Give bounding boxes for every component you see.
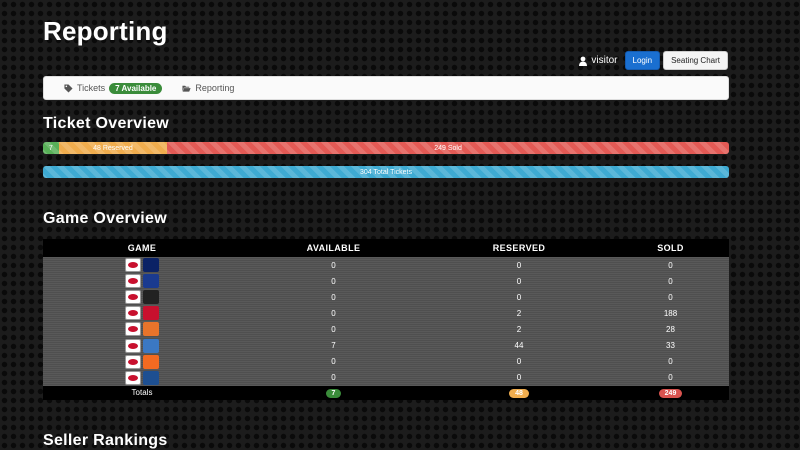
reserved-cell: 2 xyxy=(516,324,522,334)
san-diego-chargers-icon xyxy=(143,338,159,353)
sold-cell: 0 xyxy=(668,276,673,286)
table-body: 0 0 0 0 0 0 0 0 0 0 2 188 0 2 28 7 44 33 0 0 0 0 0 0 xyxy=(43,257,729,386)
nav-reporting[interactable]: Reporting xyxy=(182,83,234,93)
progress-total: 304 Total Tickets xyxy=(43,166,729,178)
kansas-city-chiefs-icon xyxy=(125,338,141,353)
dallas-cowboys-icon xyxy=(143,258,159,273)
table-row: 0 0 0 xyxy=(43,273,729,289)
kansas-city-chiefs-icon xyxy=(125,322,141,337)
totals-reserved-badge: 48 xyxy=(509,389,529,399)
total-tickets-progress: 304 Total Tickets xyxy=(43,166,729,178)
username: visitor xyxy=(591,55,618,66)
table-header: GAME AVAILABLE RESERVED SOLD xyxy=(43,239,729,257)
header-reserved: RESERVED xyxy=(492,243,546,253)
totals-label: Totals xyxy=(131,388,153,398)
table-totals-row: Totals 7 48 249 xyxy=(43,385,729,400)
sold-cell: 28 xyxy=(666,324,675,334)
progress-sold: 249 Sold xyxy=(167,142,729,154)
kansas-city-chiefs-icon xyxy=(125,274,141,289)
table-row: 7 44 33 xyxy=(43,337,729,353)
current-user: visitor xyxy=(578,55,618,66)
header-sold: SOLD xyxy=(657,243,684,253)
table-row: 0 0 0 xyxy=(43,289,729,305)
kansas-city-chiefs-icon xyxy=(125,290,141,305)
game-cell xyxy=(43,338,241,353)
reserved-cell: 2 xyxy=(516,308,522,318)
cleveland-browns-icon xyxy=(143,322,159,337)
seating-chart-button[interactable]: Seating Chart xyxy=(663,51,728,70)
sold-cell: 0 xyxy=(668,292,673,302)
login-button[interactable]: Login xyxy=(624,51,661,70)
reserved-cell: 0 xyxy=(516,357,522,367)
nav-reporting-label: Reporting xyxy=(195,83,235,93)
ticket-overview-title: Ticket Overview xyxy=(43,115,170,132)
game-cell xyxy=(43,306,241,321)
available-cell: 0 xyxy=(331,276,336,286)
table-row: 0 2 188 xyxy=(43,305,729,321)
game-cell xyxy=(43,290,241,305)
new-york-giants-icon xyxy=(143,274,159,289)
reserved-cell: 0 xyxy=(516,260,522,270)
game-overview-table: GAME AVAILABLE RESERVED SOLD 0 0 0 0 0 0 0 0 0 0 2… xyxy=(43,239,729,400)
available-cell: 0 xyxy=(331,357,336,367)
sold-cell: 0 xyxy=(668,260,673,270)
header-game: GAME xyxy=(127,243,157,253)
available-cell: 0 xyxy=(331,308,336,318)
tag-icon xyxy=(64,83,73,93)
houston-texans-icon xyxy=(143,306,159,321)
progress-available: 7 xyxy=(43,142,59,154)
table-row: 0 0 0 xyxy=(43,354,729,370)
sold-cell: 188 xyxy=(663,308,678,318)
user-icon xyxy=(579,56,588,66)
nav-tickets[interactable]: Tickets 7 Available xyxy=(64,82,163,94)
denver-broncos-icon xyxy=(143,354,159,369)
table-row: 0 0 0 xyxy=(43,257,729,273)
available-badge: 7 Available xyxy=(109,82,163,94)
seller-rankings-title: Seller Rankings xyxy=(43,432,168,449)
user-bar: visitor Login Seating Chart xyxy=(578,51,728,70)
nav-bar: Tickets 7 Available Reporting xyxy=(43,76,729,100)
available-cell: 0 xyxy=(331,260,336,270)
kansas-city-chiefs-icon xyxy=(125,370,141,385)
reserved-cell: 0 xyxy=(516,292,522,302)
totals-available-badge: 7 xyxy=(325,389,342,399)
page-title: Reporting xyxy=(43,16,168,46)
game-overview-title: Game Overview xyxy=(43,210,167,227)
folder-open-icon xyxy=(182,85,192,92)
sold-cell: 0 xyxy=(668,373,673,383)
sold-cell: 33 xyxy=(666,341,675,351)
oakland-raiders-icon xyxy=(143,290,159,305)
table-row: 0 2 28 xyxy=(43,321,729,337)
kansas-city-chiefs-icon xyxy=(125,354,141,369)
ticket-status-progress: 7 48 Reserved 249 Sold xyxy=(43,142,729,154)
game-cell xyxy=(43,274,241,289)
progress-reserved: 48 Reserved xyxy=(58,142,168,154)
sold-cell: 0 xyxy=(668,357,673,367)
reserved-cell: 0 xyxy=(516,276,522,286)
game-cell xyxy=(43,322,241,337)
totals-sold-badge: 249 xyxy=(658,389,683,399)
nav-tickets-label: Tickets xyxy=(77,83,106,93)
game-cell xyxy=(43,370,241,385)
reserved-cell: 0 xyxy=(516,373,522,383)
header-available: AVAILABLE xyxy=(306,243,361,253)
indianapolis-colts-icon xyxy=(143,370,159,385)
game-cell xyxy=(43,354,241,369)
game-cell xyxy=(43,258,241,273)
table-row: 0 0 0 xyxy=(43,370,729,386)
available-cell: 7 xyxy=(331,341,336,351)
available-cell: 0 xyxy=(331,324,336,334)
kansas-city-chiefs-icon xyxy=(125,258,141,273)
available-cell: 0 xyxy=(331,373,336,383)
kansas-city-chiefs-icon xyxy=(125,306,141,321)
available-cell: 0 xyxy=(331,292,336,302)
reserved-cell: 44 xyxy=(514,341,524,351)
